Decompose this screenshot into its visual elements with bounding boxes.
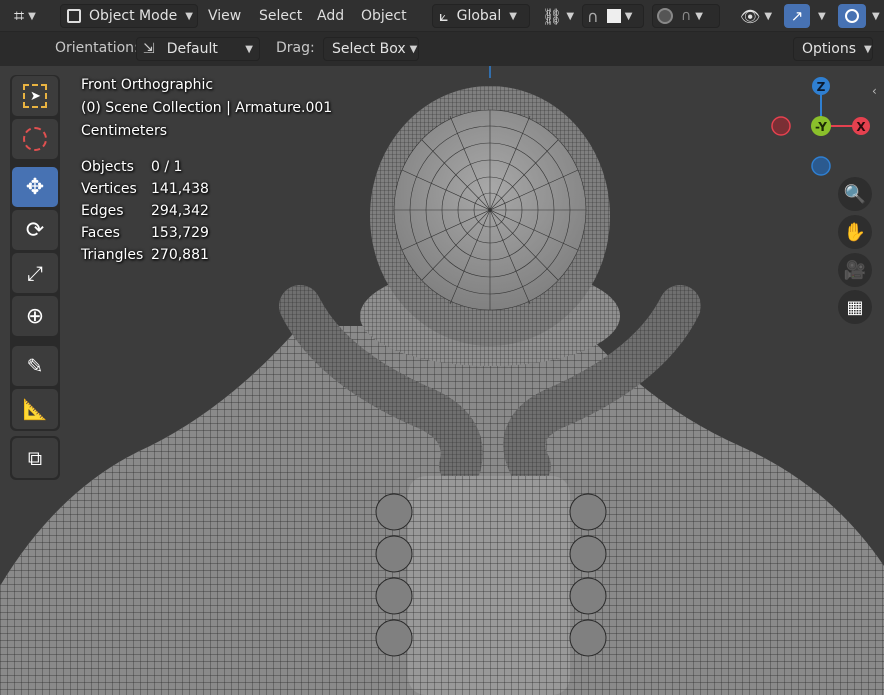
snap-target-icon [606,9,621,23]
orientation-icon: ⇲ [143,41,155,57]
pan-button[interactable]: ✋ [838,215,872,249]
collection-name: (0) Scene Collection | Armature.001 [81,100,333,116]
cursor-icon [23,127,47,151]
falloff-curve-icon: ∩ [681,8,692,24]
select-box-icon: ➤ [23,84,47,108]
drag-label: Drag: [276,40,315,56]
options-dropdown[interactable]: Options ▼ [793,37,873,61]
gizmo-toggle-button[interactable]: ↗ [784,4,810,28]
tool-settings-header: Orientation: ⇲ Default ▼ Drag: Select Bo… [0,32,884,66]
orientation-axes-icon: ⟀ [439,6,449,25]
transform-orientation-label: Global [456,8,502,24]
transform-tool[interactable]: ⊕ [12,296,58,336]
chevron-down-icon: ▼ [695,10,703,22]
stat-value: 153,729 [151,225,209,241]
unit-system: Centimeters [81,123,168,139]
add-cube-tool[interactable]: ⧉ [12,438,58,478]
measure-tool[interactable]: 📐 [12,389,58,429]
y-axis-label: -Y [815,120,827,134]
3d-viewport[interactable]: Front Orthographic (0) Scene Collection … [0,66,884,695]
x-axis-label: X [856,120,866,134]
camera-view-button[interactable]: 🎥 [838,253,872,287]
transform-orientation-dropdown[interactable]: ⟀ Global ▼ [432,4,530,28]
stat-label: Edges [81,203,124,219]
rotate-tool[interactable]: ⟳ [12,210,58,250]
grid-icon: ▦ [846,296,864,318]
neg-x-axis-handle [771,116,791,136]
editor-type-icon: ⌗ [14,5,25,27]
neg-z-axis-handle [811,156,831,176]
chevron-down-icon: ▼ [409,43,418,55]
navigation-gizmo[interactable]: Z X -Y [766,71,876,181]
object-mode-icon [67,9,81,23]
gizmo-icon: ↗ [790,7,804,25]
proportional-edit-icon [657,8,673,24]
zoom-button[interactable]: 🔍 [838,177,872,211]
chevron-down-icon: ▼ [566,10,575,22]
z-axis-label: Z [817,80,826,94]
drag-dropdown[interactable]: Select Box ▼ [323,37,419,61]
chevron-down-icon[interactable]: ▼ [818,11,826,22]
transform-icon: ⊕ [25,303,45,329]
stat-label: Faces [81,225,120,241]
menu-add[interactable]: Add [317,5,344,27]
eye-icon: 👁 [740,6,761,26]
mode-dropdown[interactable]: Object Mode ▼ [60,4,198,28]
add-cube-icon: ⧉ [27,446,43,470]
drag-value: Select Box [332,41,406,57]
orientation-label: Orientation: [55,40,139,56]
proportional-edit-group[interactable]: ∩ ▼ [652,4,720,28]
chevron-down-icon: ▼ [185,10,193,22]
scale-icon: ⤢ [27,261,43,285]
zoom-icon: 🔍 [843,183,867,205]
chevron-down-icon: ▼ [764,10,773,22]
chevron-down-icon: ▼ [28,10,36,22]
viewport-header: ⌗ ▼ Object Mode ▼ View Select Add Object … [0,0,884,32]
stat-label: Triangles [81,247,144,263]
view-name: Front Orthographic [81,77,214,93]
chevron-down-icon: ▼ [864,43,872,55]
stat-value: 0 / 1 [151,159,183,175]
sidebar-expand-icon[interactable]: ‹ [872,84,877,98]
snap-magnet-icon: ∩ [587,6,599,26]
helmet [370,86,610,346]
editor-type-button[interactable]: ⌗ ▼ [14,4,52,28]
mode-label: Object Mode [89,8,178,24]
chevron-down-icon: ▼ [509,10,517,22]
annotate-tool[interactable]: ✎ [12,346,58,386]
chevron-down-icon[interactable]: ▼ [872,11,880,22]
move-icon: ✥ [25,174,45,200]
stat-value: 294,342 [151,203,209,219]
menu-object[interactable]: Object [361,5,407,27]
rotate-icon: ⟳ [25,217,45,243]
measure-ruler-icon: 📐 [22,397,48,421]
orientation-value: Default [166,41,218,57]
chevron-down-icon: ▼ [245,43,253,55]
overlays-toggle-button[interactable] [838,4,866,28]
stat-label: Objects [81,159,134,175]
chevron-down-icon: ▼ [624,10,633,22]
scale-tool[interactable]: ⤢ [12,253,58,293]
ortho-toggle-button[interactable]: ▦ [838,290,872,324]
orientation-dropdown[interactable]: ⇲ Default ▼ [136,37,260,61]
overlays-icon [845,9,859,23]
snap-group[interactable]: ∩ ▼ [582,4,644,28]
menu-view[interactable]: View [208,5,241,27]
stat-label: Vertices [81,181,137,197]
annotate-pencil-icon: ✎ [26,354,44,378]
stat-value: 141,438 [151,181,209,197]
pivot-point-button[interactable]: ⛓ ▼ [538,4,578,28]
pivot-icon: ⛓ [542,6,563,26]
select-box-tool[interactable]: ➤ [12,76,58,116]
camera-icon: 🎥 [843,259,867,281]
move-tool[interactable]: ✥ [12,167,58,207]
cursor-tool[interactable] [12,119,58,159]
hand-icon: ✋ [843,221,867,243]
visibility-button[interactable]: 👁 ▼ [738,4,778,28]
menu-select[interactable]: Select [259,5,302,27]
stat-value: 270,881 [151,247,209,263]
options-label: Options [802,41,857,57]
